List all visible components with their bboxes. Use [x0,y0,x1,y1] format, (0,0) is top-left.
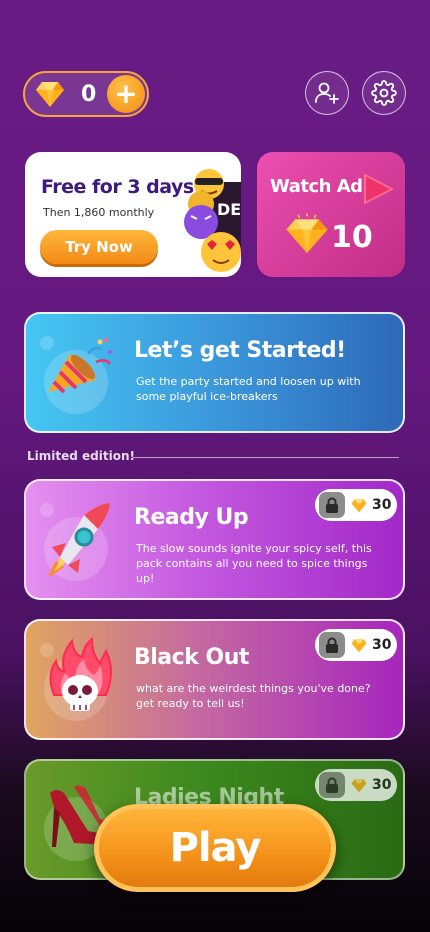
lock-icon [319,492,345,518]
gem-count: 0 [81,81,97,107]
locked-price-pill[interactable]: 30 [315,629,397,661]
gem-icon [351,778,367,792]
party-popper-icon [48,337,112,394]
promo-title: Free for 3 days [41,176,194,198]
section-label: Limited edition! [27,449,135,463]
add-friend-button[interactable] [305,71,349,115]
gem-icon [351,498,367,512]
pack-card-ready-up[interactable]: Ready Up The slow sounds ignite your spi… [24,479,405,600]
lock-icon [319,632,345,658]
pack-description: The slow sounds ignite your spicy self, … [136,542,372,585]
lock-icon [319,772,345,798]
locked-price-pill[interactable]: 30 [315,489,397,521]
watch-ad-title: Watch Ad [270,176,363,197]
pack-price: 30 [372,497,392,513]
watch-ad-reward: 10 [331,220,373,255]
pack-card-black-out[interactable]: Black Out what are the weirdest things y… [24,619,405,740]
pack-title: Let’s get Started! [134,338,346,363]
pack-price: 30 [372,777,392,793]
pack-description: Get the party started and loosen up with… [136,375,361,403]
promo-subtitle: Then 1,860 monthly [43,206,155,219]
gem-icon [36,82,64,107]
add-gems-button[interactable]: + [107,75,145,113]
gem-icon [286,213,328,254]
play-button[interactable]: Play [94,804,336,892]
watch-ad-card[interactable]: Watch Ad 10 [257,152,405,277]
gem-counter: 0 + [23,71,149,117]
gem-icon [351,638,367,652]
section-divider [133,457,399,458]
flaming-skull-icon [49,636,112,711]
emoji-collage-icon: DE SI [184,169,241,272]
pack-price: 30 [372,637,392,653]
locked-price-pill[interactable]: 30 [315,769,397,801]
pack-title: Black Out [134,645,249,670]
pack-card-lets-get-started[interactable]: Let’s get Started! Get the party started… [24,312,405,433]
promo-badge-text: DE SI [217,200,241,219]
subscription-promo-card[interactable]: Free for 3 days Then 1,860 monthly Try N… [25,152,241,277]
try-now-button[interactable]: Try Now [40,230,158,264]
play-triangle-icon [364,174,393,204]
pack-title: Ready Up [134,505,249,530]
pack-description: what are the weirdest things you've done… [136,682,371,710]
rocket-icon [48,503,110,577]
gear-icon [371,80,397,106]
settings-button[interactable] [362,71,406,115]
add-user-icon [315,82,339,104]
